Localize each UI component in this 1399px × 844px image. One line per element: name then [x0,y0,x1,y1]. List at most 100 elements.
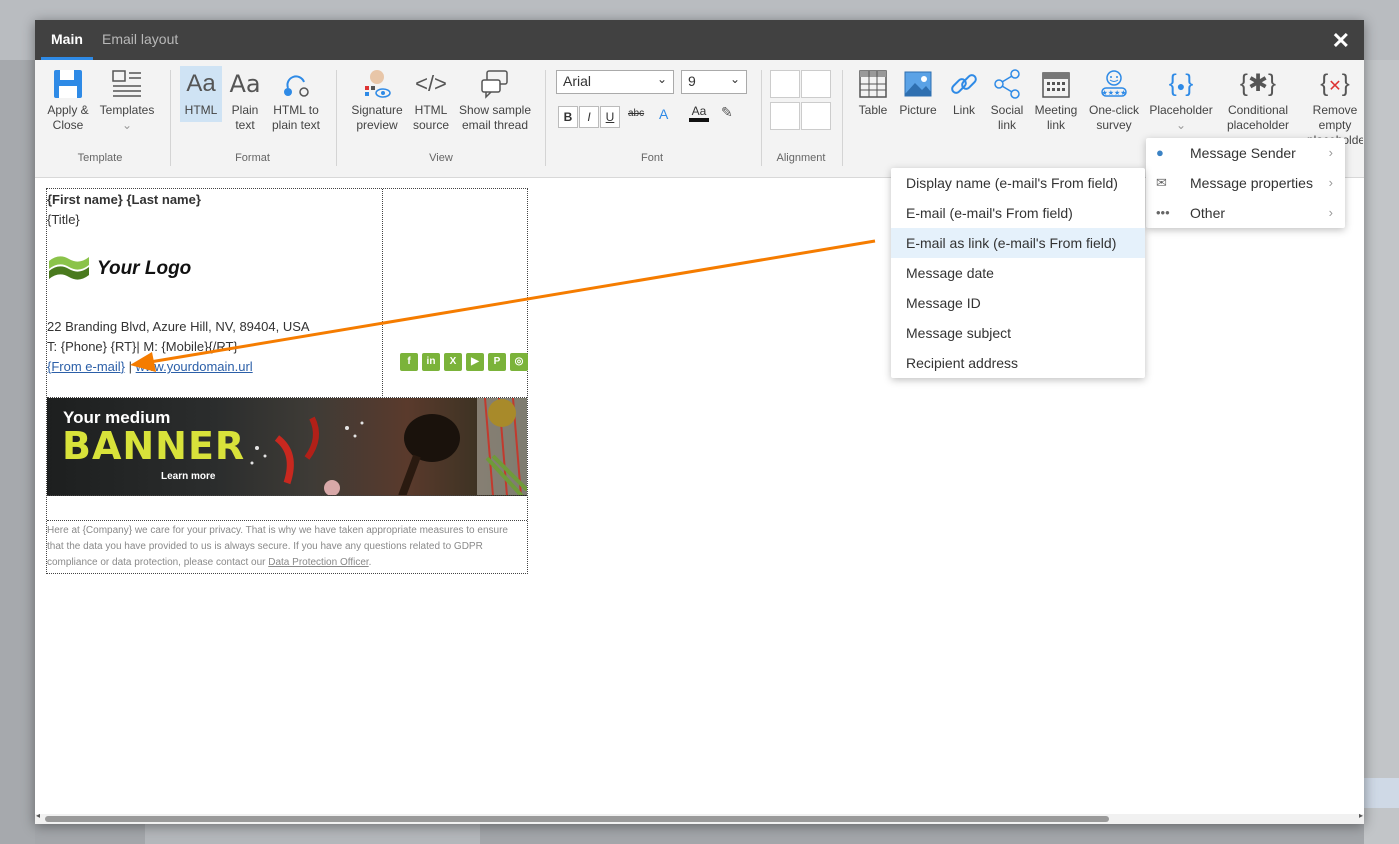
menu-item-message-properties[interactable]: ✉ Message properties › [1146,168,1345,198]
html-format-button[interactable]: Aa HTML [180,66,222,122]
picture-button[interactable]: Picture [897,68,939,118]
social-link-label: Social link [990,103,1024,132]
menu-item-message-subject[interactable]: Message subject [891,318,1145,348]
align-justify-button[interactable] [801,102,831,130]
html-label: HTML [184,103,218,117]
website-link[interactable]: www.yourdomain.url [136,359,253,374]
banner-image[interactable]: Your medium BANNER Learn more [47,398,527,496]
background-app-footer [35,822,1364,844]
chat-icon [481,70,508,99]
tab-email-layout[interactable]: Email layout [92,20,188,60]
linkedin-icon[interactable]: in [422,353,440,371]
gdpr-end: . [368,557,372,568]
close-button[interactable]: ✕ [1332,28,1350,54]
scroll-right-icon[interactable]: ▸ [1359,811,1363,820]
align-left-button[interactable] [770,70,800,98]
youtube-icon[interactable]: ▶ [466,353,484,371]
name-placeholder: {First name} {Last name} [47,192,201,207]
envelope-icon: ✉ [1156,175,1167,190]
picture-icon [904,71,932,97]
x-icon[interactable]: X [444,353,462,371]
group-label-format: Format [235,152,270,164]
table-label: Table [858,103,888,117]
placeholder-button[interactable]: {●} Placeholder ⌄ [1147,68,1215,133]
horizontal-scrollbar[interactable]: ◂ ▸ [35,811,1364,824]
scrollbar-thumb[interactable] [45,816,1109,822]
html-source-label: HTML source [412,103,450,132]
placeholder-icon: {●} [1168,70,1194,97]
html-source-button[interactable]: </> HTML source [411,68,451,133]
dpo-link[interactable]: Data Protection Officer [268,557,368,568]
signature-table: {First name} {Last name} {Title} Your Lo… [46,188,528,574]
highlight-icon[interactable]: A [659,106,668,122]
menu-item-message-id[interactable]: Message ID [891,288,1145,318]
apply-close-button[interactable]: Apply & Close [43,68,93,133]
banner-line2: BANNER [62,424,246,468]
align-right-button[interactable] [770,102,800,130]
meeting-link-button[interactable]: Meeting link [1032,68,1080,133]
menu-item-recipient-address[interactable]: Recipient address [891,348,1145,378]
menu-item-message-sender[interactable]: ● Message Sender › [1146,138,1345,168]
link-separator: | [125,359,136,374]
font-color-icon[interactable]: Aa [689,104,709,122]
convert-icon [284,75,309,97]
link-label: Link [952,103,975,117]
banner-cta[interactable]: Learn more [161,471,215,482]
plain-text-label: Plain text [231,103,259,132]
menu-item-email-as-link[interactable]: E-mail as link (e-mail's From field) [891,228,1145,258]
social-link-button[interactable]: Social link [987,68,1027,133]
group-label-view: View [429,152,453,164]
html-to-plain-label: HTML to plain text [271,103,321,132]
pinterest-icon[interactable]: P [488,353,506,371]
table-icon [859,70,887,98]
show-sample-label: Show sample email thread [458,103,532,132]
from-email-link[interactable]: {From e-mail} [47,359,125,374]
conditional-placeholder-label: Conditional placeholder [1226,103,1290,132]
background-app-button [1364,778,1399,808]
font-family-value: Arial [563,73,592,89]
apply-close-label: Apply & Close [47,103,89,132]
chevron-right-icon: › [1328,205,1333,220]
link-button[interactable]: Link [945,68,983,118]
share-icon [994,69,1020,99]
align-center-button[interactable] [801,70,831,98]
conditional-placeholder-button[interactable]: {✱} Conditional placeholder [1221,68,1295,133]
templates-label: Templates [99,103,155,117]
italic-button[interactable]: I [579,106,599,128]
instagram-icon[interactable]: ◎ [510,353,528,371]
signature-preview-label: Signature preview [351,103,403,132]
menu-item-other[interactable]: ••• Other › [1146,198,1345,228]
table-button[interactable]: Table [853,68,893,118]
underline-button[interactable]: U [600,106,620,128]
html-to-plain-button[interactable]: HTML to plain text [267,68,325,133]
svg-text:★★★★: ★★★★ [1101,89,1126,97]
tab-main[interactable]: Main [41,20,93,60]
show-sample-thread-button[interactable]: Show sample email thread [457,68,533,133]
contact-links: {From e-mail} | www.yourdomain.url [47,359,253,374]
survey-icon: ★★★★ [1101,70,1127,97]
scroll-left-icon[interactable]: ◂ [36,811,40,820]
message-sender-submenu: Display name (e-mail's From field) E-mai… [891,168,1145,378]
bold-button[interactable]: B [558,106,578,128]
social-icons: f in X ▶ P ◎ [400,353,528,371]
placeholder-label: Placeholder [1149,103,1213,117]
remove-placeholder-icon: {✕} [1320,70,1350,97]
templates-button[interactable]: Templates ⌄ [97,68,157,133]
link-icon [951,74,977,94]
strikethrough-button[interactable]: abc [628,108,644,119]
signature-preview-button[interactable]: Signature preview [347,68,407,133]
calendar-icon [1042,72,1070,98]
menu-item-message-date[interactable]: Message date [891,258,1145,288]
menu-item-display-name[interactable]: Display name (e-mail's From field) [891,168,1145,198]
facebook-icon[interactable]: f [400,353,418,371]
menu-item-email[interactable]: E-mail (e-mail's From field) [891,198,1145,228]
logo-text: Your Logo [97,258,192,279]
font-size-select[interactable]: 9 ⌄ [681,70,747,94]
spacer-row [47,496,527,521]
background-app-panel [1364,60,1399,844]
pen-icon[interactable]: ✎ [721,104,733,121]
one-click-survey-button[interactable]: ★★★★ One-click survey [1085,68,1143,133]
signature-editor-area[interactable]: {First name} {Last name} {Title} Your Lo… [35,178,1364,814]
font-family-select[interactable]: Arial ⌄ [556,70,674,94]
plain-text-button[interactable]: Aa Plain text [225,68,265,133]
